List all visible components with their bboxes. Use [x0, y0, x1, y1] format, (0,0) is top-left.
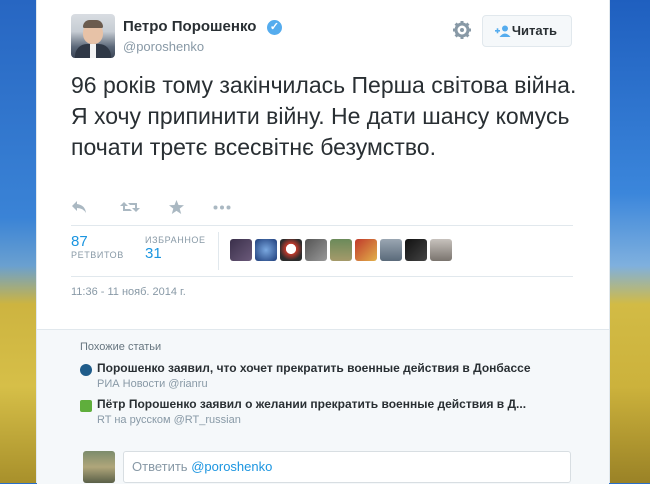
tweet-card: Петро Порошенко ✓ @poroshenko Читать 96 …	[36, 0, 610, 484]
retweet-icon[interactable]	[120, 200, 140, 214]
reply-input[interactable]: Ответить @poroshenko	[123, 451, 571, 483]
tweet-text: 96 років тому закінчилась Перша світова …	[71, 72, 577, 160]
tweet-timestamp[interactable]: 11:36 - 11 нояб. 2014 г.	[71, 286, 186, 298]
favoriter-avatar[interactable]	[355, 239, 377, 261]
retweet-stat[interactable]: 87 РЕТВИТОВ	[71, 233, 124, 260]
divider-bottom	[71, 276, 573, 277]
favoriter-avatar[interactable]	[230, 239, 252, 261]
favoriter-avatar[interactable]	[380, 239, 402, 261]
favorite-stat[interactable]: ИЗБРАННОЕ 31	[145, 235, 206, 262]
tweet-footer: Похожие статьи Порошенко заявил, что хоч…	[37, 329, 609, 484]
tweet-actions	[71, 200, 271, 220]
retweet-count: 87	[71, 233, 88, 250]
article-title[interactable]: Порошенко заявил, что хочет прекратить в…	[97, 361, 531, 375]
background-right	[608, 0, 650, 483]
article-title[interactable]: Пётр Порошенко заявил о желании прекрати…	[97, 397, 526, 411]
article-source: RT на русском @RT_russian	[97, 414, 241, 426]
favorite-star-icon[interactable]	[169, 200, 184, 214]
follow-button-label: Читать	[511, 23, 557, 38]
gear-icon[interactable]	[452, 20, 472, 40]
user-handle[interactable]: @poroshenko	[123, 39, 204, 54]
reply-icon[interactable]	[71, 200, 87, 214]
favoriter-avatar[interactable]	[430, 239, 452, 261]
retweet-label: РЕТВИТОВ	[71, 250, 124, 260]
favorite-count: 31	[145, 245, 162, 262]
favoriter-avatar[interactable]	[280, 239, 302, 261]
verified-badge-icon: ✓	[267, 20, 282, 35]
rt-news-icon	[80, 400, 92, 412]
favoriter-avatar[interactable]	[330, 239, 352, 261]
divider-top	[71, 225, 573, 226]
article-source: РИА Новости @rianru	[97, 378, 208, 390]
stats-separator	[218, 232, 219, 270]
favoriter-avatar[interactable]	[405, 239, 427, 261]
favoriter-avatar[interactable]	[255, 239, 277, 261]
similar-articles-title: Похожие статьи	[80, 341, 162, 353]
background-left	[0, 0, 36, 483]
add-user-icon	[495, 25, 511, 37]
more-icon[interactable]	[213, 205, 231, 210]
ria-news-icon	[80, 364, 92, 376]
follow-button[interactable]: Читать	[482, 15, 572, 47]
avatar[interactable]	[71, 14, 115, 58]
user-name[interactable]: Петро Порошенко	[123, 18, 256, 35]
current-user-avatar	[83, 451, 115, 483]
favorite-label: ИЗБРАННОЕ	[145, 235, 206, 245]
favoriter-avatar[interactable]	[305, 239, 327, 261]
